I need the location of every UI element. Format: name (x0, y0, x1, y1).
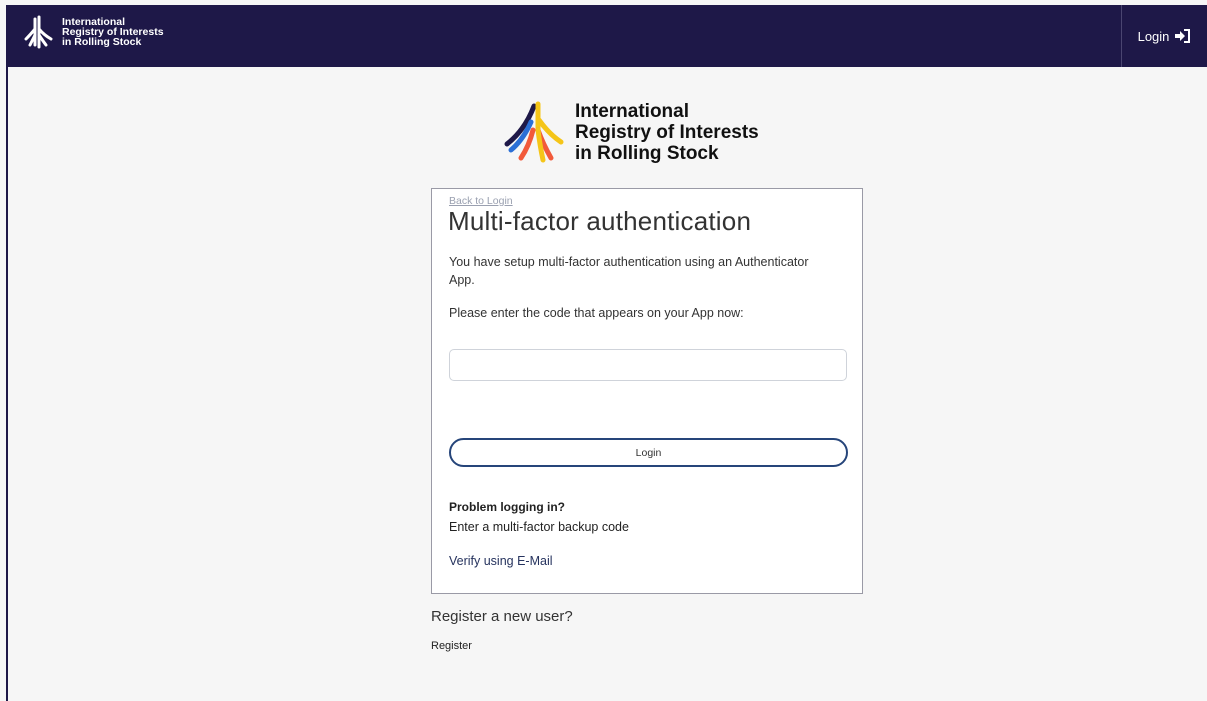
main-logo: International Registry of Interests in R… (503, 100, 759, 164)
mfa-setup-message: You have setup multi-factor authenticati… (449, 255, 809, 287)
register-question: Register a new user? (431, 608, 573, 625)
header-brand-text: International Registry of Interests in R… (62, 17, 164, 48)
code-input[interactable] (449, 349, 847, 381)
main-logo-line-1: International (575, 101, 690, 122)
page-title: Multi-factor authentication (448, 206, 752, 236)
login-button[interactable]: Login (449, 438, 848, 467)
main-logo-line-2: Registry of Interests (575, 122, 759, 143)
enter-code-instruction: Please enter the code that appears on yo… (449, 306, 744, 320)
register-link[interactable]: Register (431, 640, 472, 652)
main-logo-text: International Registry of Interests in R… (575, 101, 759, 164)
mfa-card: Back to Login Multi-factor authenticatio… (431, 188, 863, 594)
backup-code-link[interactable]: Enter a multi-factor backup code (449, 520, 629, 534)
main-logo-line-3: in Rolling Stock (575, 143, 719, 164)
header-login-label: Login (1137, 28, 1170, 44)
registry-logo-icon (24, 15, 53, 49)
header-brand[interactable]: International Registry of Interests in R… (24, 15, 164, 49)
sign-in-icon (1175, 29, 1191, 43)
registry-color-logo-icon (504, 101, 564, 163)
verify-email-link[interactable]: Verify using E-Mail (449, 554, 553, 568)
top-navbar: International Registry of Interests in R… (6, 5, 1207, 67)
header-brand-line-3: in Rolling Stock (62, 36, 142, 48)
header-login-button[interactable]: Login (1121, 5, 1207, 67)
problem-logging-in-heading: Problem logging in? (449, 500, 565, 514)
